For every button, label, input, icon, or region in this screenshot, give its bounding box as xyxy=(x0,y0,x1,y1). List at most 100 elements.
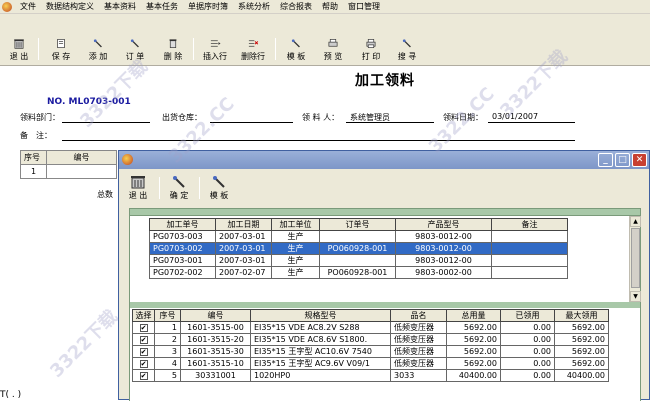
dialog-exit-button[interactable]: 退 出 xyxy=(124,171,152,201)
menu-file[interactable]: 文件 xyxy=(15,0,41,14)
material-cell[interactable]: EI35*15 王字型 AC9.6V V09/1 xyxy=(250,357,391,370)
order-cell[interactable]: 9803-0012-00 xyxy=(395,230,492,243)
select-checkbox[interactable]: ✔ xyxy=(139,372,148,380)
order-cell[interactable] xyxy=(491,242,568,255)
order-cell[interactable] xyxy=(319,254,396,267)
order-cell[interactable]: 9803-0002-00 xyxy=(395,266,492,279)
order-row[interactable]: PG0702-002 2007-02-07 生产 PO060928-001 9803-0… xyxy=(149,266,568,279)
material-cell[interactable]: 40400.00 xyxy=(554,369,609,382)
column-header[interactable]: 序号 xyxy=(154,309,181,322)
material-cell[interactable]: 低频变压器 xyxy=(390,357,447,370)
material-cell[interactable]: 1601-3515-10 xyxy=(180,357,251,370)
select-checkbox[interactable]: ✔ xyxy=(139,336,148,344)
select-checkbox[interactable]: ✔ xyxy=(139,360,148,368)
select-checkbox[interactable]: ✔ xyxy=(139,324,148,332)
order-cell[interactable]: 生产 xyxy=(271,230,320,243)
column-header[interactable]: 规格型号 xyxy=(250,309,391,322)
minimize-button[interactable]: _ xyxy=(598,153,613,167)
material-cell[interactable]: 0.00 xyxy=(500,345,555,358)
column-header[interactable]: 编号 xyxy=(180,309,251,322)
add-button[interactable]: 添 加 xyxy=(85,18,111,62)
print-button[interactable]: 打 印 xyxy=(358,18,384,62)
material-row[interactable]: ✔ 1 1601-3515-00 EI35*15 VDE AC8.2V S288 低频变… xyxy=(132,321,609,334)
dialog-template-button[interactable]: 模 板 xyxy=(205,171,233,201)
scroll-up-arrow[interactable]: ▲ xyxy=(630,216,641,227)
material-cell[interactable]: 3 xyxy=(154,345,181,358)
material-row[interactable]: ✔ 4 1601-3515-10 EI35*15 王字型 AC9.6V V09/1 低频… xyxy=(132,357,609,370)
material-row[interactable]: ✔ 3 1601-3515-30 EI35*15 王字型 AC10.6V 7540 低频… xyxy=(132,345,609,358)
menu-window[interactable]: 窗口管理 xyxy=(343,0,385,14)
order-cell[interactable]: 2007-03-01 xyxy=(215,254,272,267)
grid-cell[interactable]: 1 xyxy=(20,164,47,179)
material-row[interactable]: ✔ 2 1601-3515-20 EI35*15 VDE AC8.6V S1800. 低… xyxy=(132,333,609,346)
material-cell[interactable]: 低频变压器 xyxy=(390,321,447,334)
order-cell[interactable]: 9803-0012-00 xyxy=(395,242,492,255)
material-cell[interactable]: 5692.00 xyxy=(554,321,609,334)
order-cell[interactable]: PO060928-001 xyxy=(319,266,396,279)
material-cell[interactable]: 5692.00 xyxy=(446,333,501,346)
order-cell[interactable]: 生产 xyxy=(271,254,320,267)
date-field[interactable]: 03/01/2007 xyxy=(492,112,538,121)
order-cell[interactable]: PG0702-002 xyxy=(149,266,216,279)
material-cell[interactable]: 0.00 xyxy=(500,369,555,382)
order-cell[interactable]: PG0703-003 xyxy=(149,230,216,243)
material-cell[interactable]: 1601-3515-30 xyxy=(180,345,251,358)
menu-reports[interactable]: 综合报表 xyxy=(275,0,317,14)
order-list-scrollbar[interactable]: ▲ ▼ xyxy=(629,216,641,302)
preview-button[interactable]: 预 览 xyxy=(320,18,346,62)
search-button[interactable]: 搜 寻 xyxy=(394,18,420,62)
material-cell[interactable]: 1 xyxy=(154,321,181,334)
column-header[interactable]: 加工日期 xyxy=(215,218,272,231)
material-cell[interactable]: 1020HP0 xyxy=(250,369,391,382)
order-cell[interactable]: PG0703-002 xyxy=(149,242,216,255)
scroll-thumb[interactable] xyxy=(631,228,640,288)
delete-button[interactable]: 删 除 xyxy=(160,18,186,62)
exit-button[interactable]: 退 出 xyxy=(6,18,32,62)
material-cell[interactable]: 5692.00 xyxy=(554,333,609,346)
column-header[interactable]: 加工单位 xyxy=(271,218,320,231)
order-cell[interactable]: 9803-0012-00 xyxy=(395,254,492,267)
order-cell[interactable]: 生产 xyxy=(271,242,320,255)
maximize-button[interactable]: □ xyxy=(615,153,630,167)
select-checkbox-cell[interactable]: ✔ xyxy=(132,357,155,370)
save-button[interactable]: 保 存 xyxy=(48,18,74,62)
material-cell[interactable]: 40400.00 xyxy=(446,369,501,382)
close-button[interactable]: ✕ xyxy=(632,153,647,167)
material-cell[interactable]: 0.00 xyxy=(500,357,555,370)
column-header[interactable]: 加工单号 xyxy=(149,218,216,231)
dept-field[interactable] xyxy=(62,122,150,123)
material-cell[interactable]: EI35*15 VDE AC8.2V S288 xyxy=(250,321,391,334)
material-cell[interactable]: 3033 xyxy=(390,369,447,382)
column-header[interactable]: 最大领用 xyxy=(554,309,609,322)
order-row[interactable]: PG0703-001 2007-03-01 生产 9803-0012-00 xyxy=(149,254,568,267)
material-cell[interactable]: 5 xyxy=(154,369,181,382)
order-cell[interactable]: PO060928-001 xyxy=(319,242,396,255)
select-checkbox-cell[interactable]: ✔ xyxy=(132,321,155,334)
material-cell[interactable]: 0.00 xyxy=(500,333,555,346)
material-cell[interactable]: 5692.00 xyxy=(554,357,609,370)
material-cell[interactable]: EI35*15 王字型 AC10.6V 7540 xyxy=(250,345,391,358)
material-cell[interactable]: 0.00 xyxy=(500,321,555,334)
menu-data-structure[interactable]: 数据结构定义 xyxy=(41,0,99,14)
delete-row-button[interactable]: 删除行 xyxy=(240,18,266,62)
material-cell[interactable]: 1601-3515-00 xyxy=(180,321,251,334)
material-cell[interactable]: 低频变压器 xyxy=(390,345,447,358)
menu-document-journal[interactable]: 单据序时簿 xyxy=(183,0,233,14)
material-row[interactable]: ✔ 5 30331001 1020HP0 3033 40400.00 0.00 40400.0… xyxy=(132,369,609,382)
column-header[interactable]: 订单号 xyxy=(319,218,396,231)
material-cell[interactable]: 4 xyxy=(154,357,181,370)
select-checkbox-cell[interactable]: ✔ xyxy=(132,345,155,358)
order-cell[interactable] xyxy=(491,254,568,267)
order-cell[interactable]: 2007-02-07 xyxy=(215,266,272,279)
order-row[interactable]: PG0703-003 2007-03-01 生产 9803-0012-00 xyxy=(149,230,568,243)
column-header[interactable]: 总用量 xyxy=(446,309,501,322)
order-row[interactable]: PG0703-002 2007-03-01 生产 PO060928-001 9803-0… xyxy=(149,242,568,255)
column-header[interactable]: 备注 xyxy=(491,218,568,231)
dialog-titlebar[interactable]: _ □ ✕ xyxy=(119,151,649,169)
column-header[interactable]: 已领用 xyxy=(500,309,555,322)
menu-system-analysis[interactable]: 系统分析 xyxy=(233,0,275,14)
confirm-button[interactable]: 确 定 xyxy=(165,171,193,201)
material-cell[interactable]: 2 xyxy=(154,333,181,346)
order-cell[interactable] xyxy=(491,266,568,279)
material-cell[interactable]: 低频变压器 xyxy=(390,333,447,346)
